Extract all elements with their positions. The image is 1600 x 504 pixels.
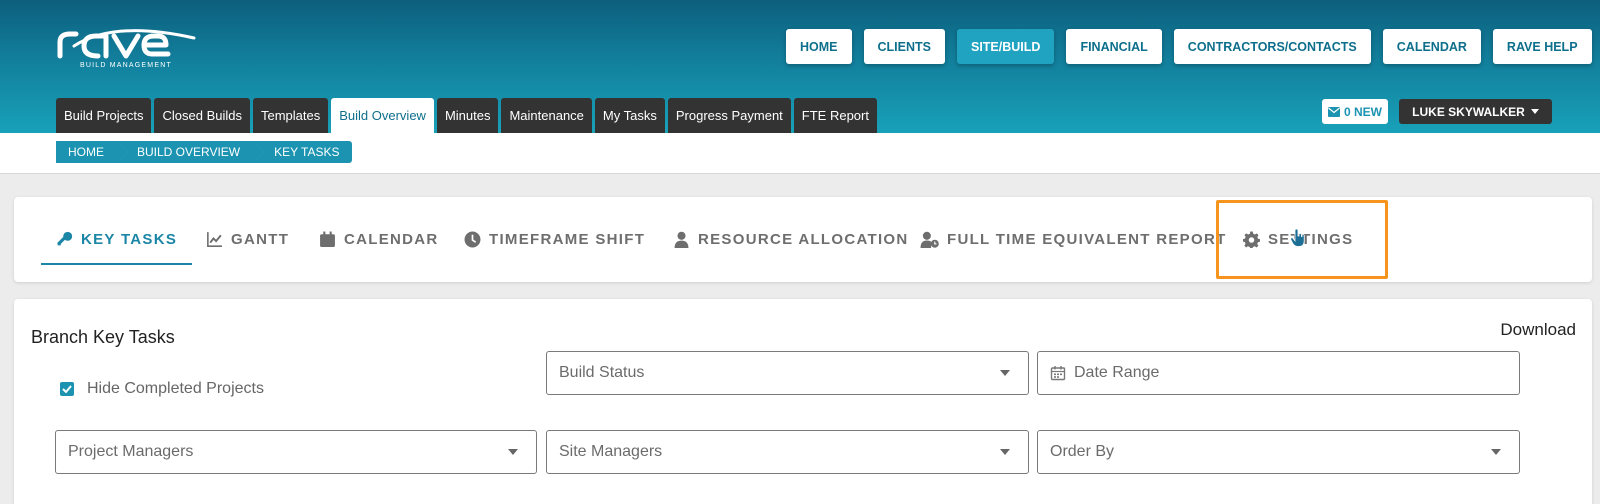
app-header: BUILD MANAGEMENT HOME CLIENTS SITE/BUILD… <box>0 0 1600 133</box>
hide-completed-projects-option[interactable]: Hide Completed Projects <box>60 380 264 398</box>
user-name: LUKE SKYWALKER <box>1412 104 1525 119</box>
tab-progress-payment[interactable]: Progress Payment <box>667 98 791 133</box>
hide-completed-checkbox[interactable] <box>60 382 74 396</box>
site-managers-select[interactable]: Site Managers <box>546 430 1029 474</box>
breadcrumb-key-tasks: KEY TASKS <box>254 141 352 163</box>
panel-title: Branch Key Tasks <box>31 327 175 347</box>
nav-rave-help-button[interactable]: RAVE HELP <box>1492 29 1592 64</box>
nav-calendar-button[interactable]: CALENDAR <box>1382 29 1481 64</box>
user-clock-icon <box>920 231 939 248</box>
dropdown-arrow-icon <box>1491 449 1501 455</box>
tab-gantt[interactable]: GANTT <box>206 197 289 282</box>
key-icon <box>57 231 73 246</box>
tab-calendar[interactable]: CALENDAR <box>319 197 439 282</box>
hand-cursor-icon <box>1290 229 1305 247</box>
tab-full-time-equivalent-report[interactable]: FULL TIME EQUIVALENT REPORT <box>920 197 1227 282</box>
calendar-icon <box>320 231 335 247</box>
dropdown-arrow-icon <box>508 449 518 455</box>
build-status-select[interactable]: Build Status <box>546 351 1029 395</box>
tab-key-tasks[interactable]: KEY TASKS <box>41 197 193 282</box>
nav-home-button[interactable]: HOME <box>786 29 852 64</box>
nav-clients-button[interactable]: CLIENTS <box>863 29 945 64</box>
user-menu-button[interactable]: LUKE SKYWALKER <box>1399 99 1552 124</box>
caret-down-icon <box>1530 109 1539 114</box>
breadcrumb: HOME BUILD OVERVIEW KEY TASKS <box>56 141 352 163</box>
tab-templates[interactable]: Templates <box>252 98 329 133</box>
nav-financial-button[interactable]: FINANCIAL <box>1066 29 1162 64</box>
breadcrumb-bar: HOME BUILD OVERVIEW KEY TASKS <box>0 133 1600 174</box>
tab-closed-builds[interactable]: Closed Builds <box>154 98 250 133</box>
tab-build-projects[interactable]: Build Projects <box>56 98 152 133</box>
chart-line-icon <box>207 232 222 247</box>
hide-completed-label: Hide Completed Projects <box>87 380 264 397</box>
section-tabs: Build Projects Closed Builds Templates B… <box>56 98 877 133</box>
user-icon <box>674 231 689 248</box>
dropdown-arrow-icon <box>1000 449 1010 455</box>
tab-fte-report[interactable]: FTE Report <box>793 98 877 133</box>
messages-count: 0 NEW <box>1344 104 1383 119</box>
download-link[interactable]: Download <box>1500 320 1576 340</box>
clock-icon <box>464 231 481 248</box>
gear-icon <box>1243 231 1260 248</box>
envelope-icon <box>1328 106 1340 117</box>
checkmark-icon <box>62 385 72 393</box>
tab-my-tasks[interactable]: My Tasks <box>594 98 665 133</box>
tab-minutes[interactable]: Minutes <box>436 98 499 133</box>
tab-timeframe-shift[interactable]: TIMEFRAME SHIFT <box>464 197 645 282</box>
messages-button[interactable]: 0 NEW <box>1322 99 1389 124</box>
calendar-icon <box>1050 366 1066 381</box>
date-range-input[interactable]: Date Range <box>1037 351 1520 395</box>
tab-build-overview[interactable]: Build Overview <box>331 98 434 133</box>
breadcrumb-home[interactable]: HOME <box>56 141 127 163</box>
branch-key-tasks-panel: Branch Key Tasks Download Hide Completed… <box>14 299 1592 504</box>
project-managers-select[interactable]: Project Managers <box>55 430 537 474</box>
nav-site-build-button[interactable]: SITE/BUILD <box>956 29 1055 64</box>
tab-resource-allocation[interactable]: RESOURCE ALLOCATION <box>673 197 909 282</box>
breadcrumb-build-overview[interactable]: BUILD OVERVIEW <box>117 141 265 163</box>
dropdown-arrow-icon <box>1000 370 1010 376</box>
top-navigation: HOME CLIENTS SITE/BUILD FINANCIAL CONTRA… <box>786 29 1592 64</box>
order-by-select[interactable]: Order By <box>1037 430 1520 474</box>
feature-tabs-card: KEY TASKS GANTT CALENDAR TIMEFRAME SHIFT… <box>14 197 1592 282</box>
active-tab-underline <box>41 263 193 265</box>
logo-subtitle: BUILD MANAGEMENT <box>80 62 172 69</box>
nav-contractors-contacts-button[interactable]: CONTRACTORS/CONTACTS <box>1173 29 1371 64</box>
tab-maintenance[interactable]: Maintenance <box>501 98 592 133</box>
